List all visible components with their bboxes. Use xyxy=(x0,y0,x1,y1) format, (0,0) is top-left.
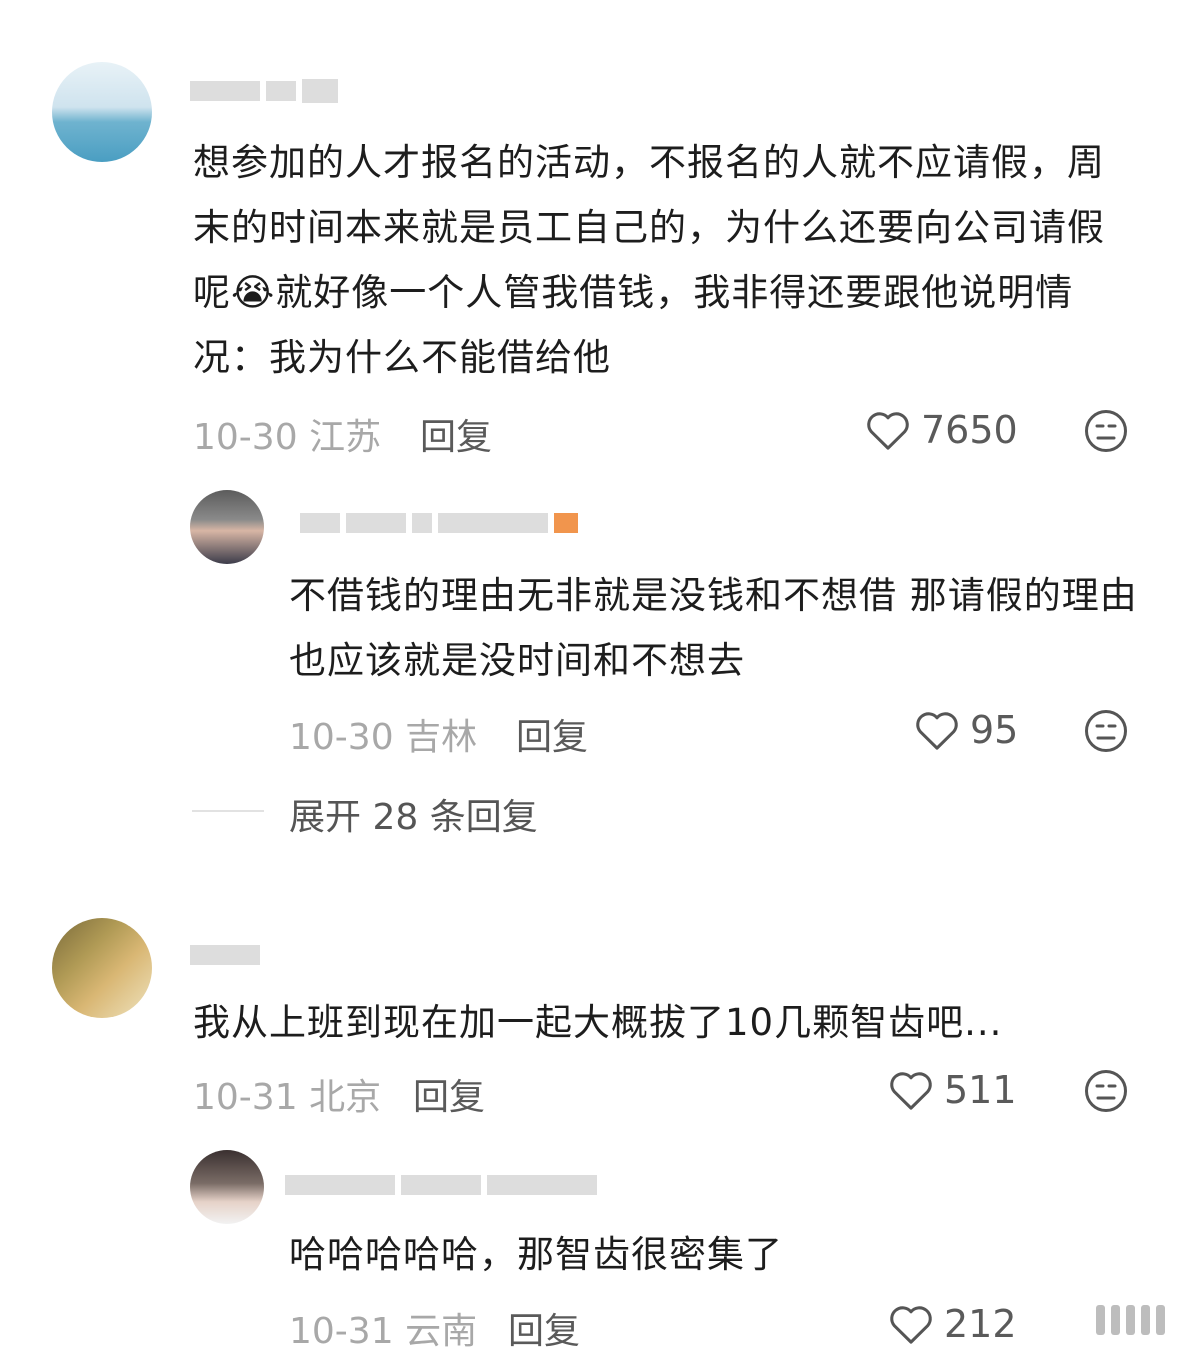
avatar[interactable] xyxy=(52,62,152,162)
reply-text: 哈哈哈哈哈，那智齿很密集了 xyxy=(289,1233,783,1276)
reply-text: 不借钱的理由无非就是没钱和不想借 那请假的理由也应该就是没时间和不想去 xyxy=(289,574,1138,682)
expand-replies-button[interactable]: 展开 28 条回复 xyxy=(289,788,538,840)
avatar[interactable] xyxy=(190,490,264,564)
heart-icon xyxy=(916,712,958,750)
heart-icon xyxy=(890,1072,932,1110)
username-blurred[interactable] xyxy=(285,1170,597,1200)
like-count: 95 xyxy=(970,708,1019,752)
avatar[interactable] xyxy=(52,918,152,1018)
comment-date: 10-31 xyxy=(193,1077,298,1118)
comment-location: 北京 xyxy=(309,1077,382,1118)
watermark-logo xyxy=(1096,1305,1165,1335)
like-count: 511 xyxy=(944,1068,1017,1112)
reply-meta: 10-31 云南 xyxy=(289,1302,477,1354)
reply-button[interactable]: 回复 xyxy=(516,708,588,760)
like-button[interactable]: 511 xyxy=(888,1068,1017,1112)
dislike-face-icon[interactable] xyxy=(1084,409,1128,453)
comment-meta: 10-31 北京 xyxy=(193,1068,381,1120)
heart-icon xyxy=(890,1306,932,1344)
comment-text: 我从上班到现在加一起大概拔了10几颗智齿吧... xyxy=(193,1001,1003,1044)
username-blurred[interactable] xyxy=(190,940,260,970)
comment-text: 想参加的人才报名的活动，不报名的人就不应请假，周末的时间本来就是员工自己的，为什… xyxy=(193,141,1105,379)
like-button[interactable]: 212 xyxy=(888,1302,1017,1346)
expand-divider xyxy=(192,810,264,812)
reply-button[interactable]: 回复 xyxy=(420,408,492,460)
username-blurred[interactable] xyxy=(300,508,578,538)
reply-date: 10-30 xyxy=(289,717,394,758)
like-button[interactable]: 95 xyxy=(914,708,1018,752)
like-count: 212 xyxy=(944,1302,1017,1346)
reply-date: 10-31 xyxy=(289,1311,394,1352)
reply-button[interactable]: 回复 xyxy=(508,1302,580,1354)
reply-meta: 10-30 吉林 xyxy=(289,708,477,760)
reply-location: 吉林 xyxy=(405,717,478,758)
dislike-face-icon[interactable] xyxy=(1084,1069,1128,1113)
like-button[interactable]: 7650 xyxy=(865,408,1018,452)
dislike-face-icon[interactable] xyxy=(1084,709,1128,753)
comment-date: 10-30 xyxy=(193,417,298,458)
avatar[interactable] xyxy=(190,1150,264,1224)
reply-button[interactable]: 回复 xyxy=(413,1068,485,1120)
reply-location: 云南 xyxy=(405,1311,478,1352)
heart-icon xyxy=(867,412,909,450)
username-blurred[interactable] xyxy=(190,76,338,106)
like-count: 7650 xyxy=(921,408,1018,452)
comment-meta: 10-30 江苏 xyxy=(193,408,381,460)
comment-location: 江苏 xyxy=(309,417,382,458)
